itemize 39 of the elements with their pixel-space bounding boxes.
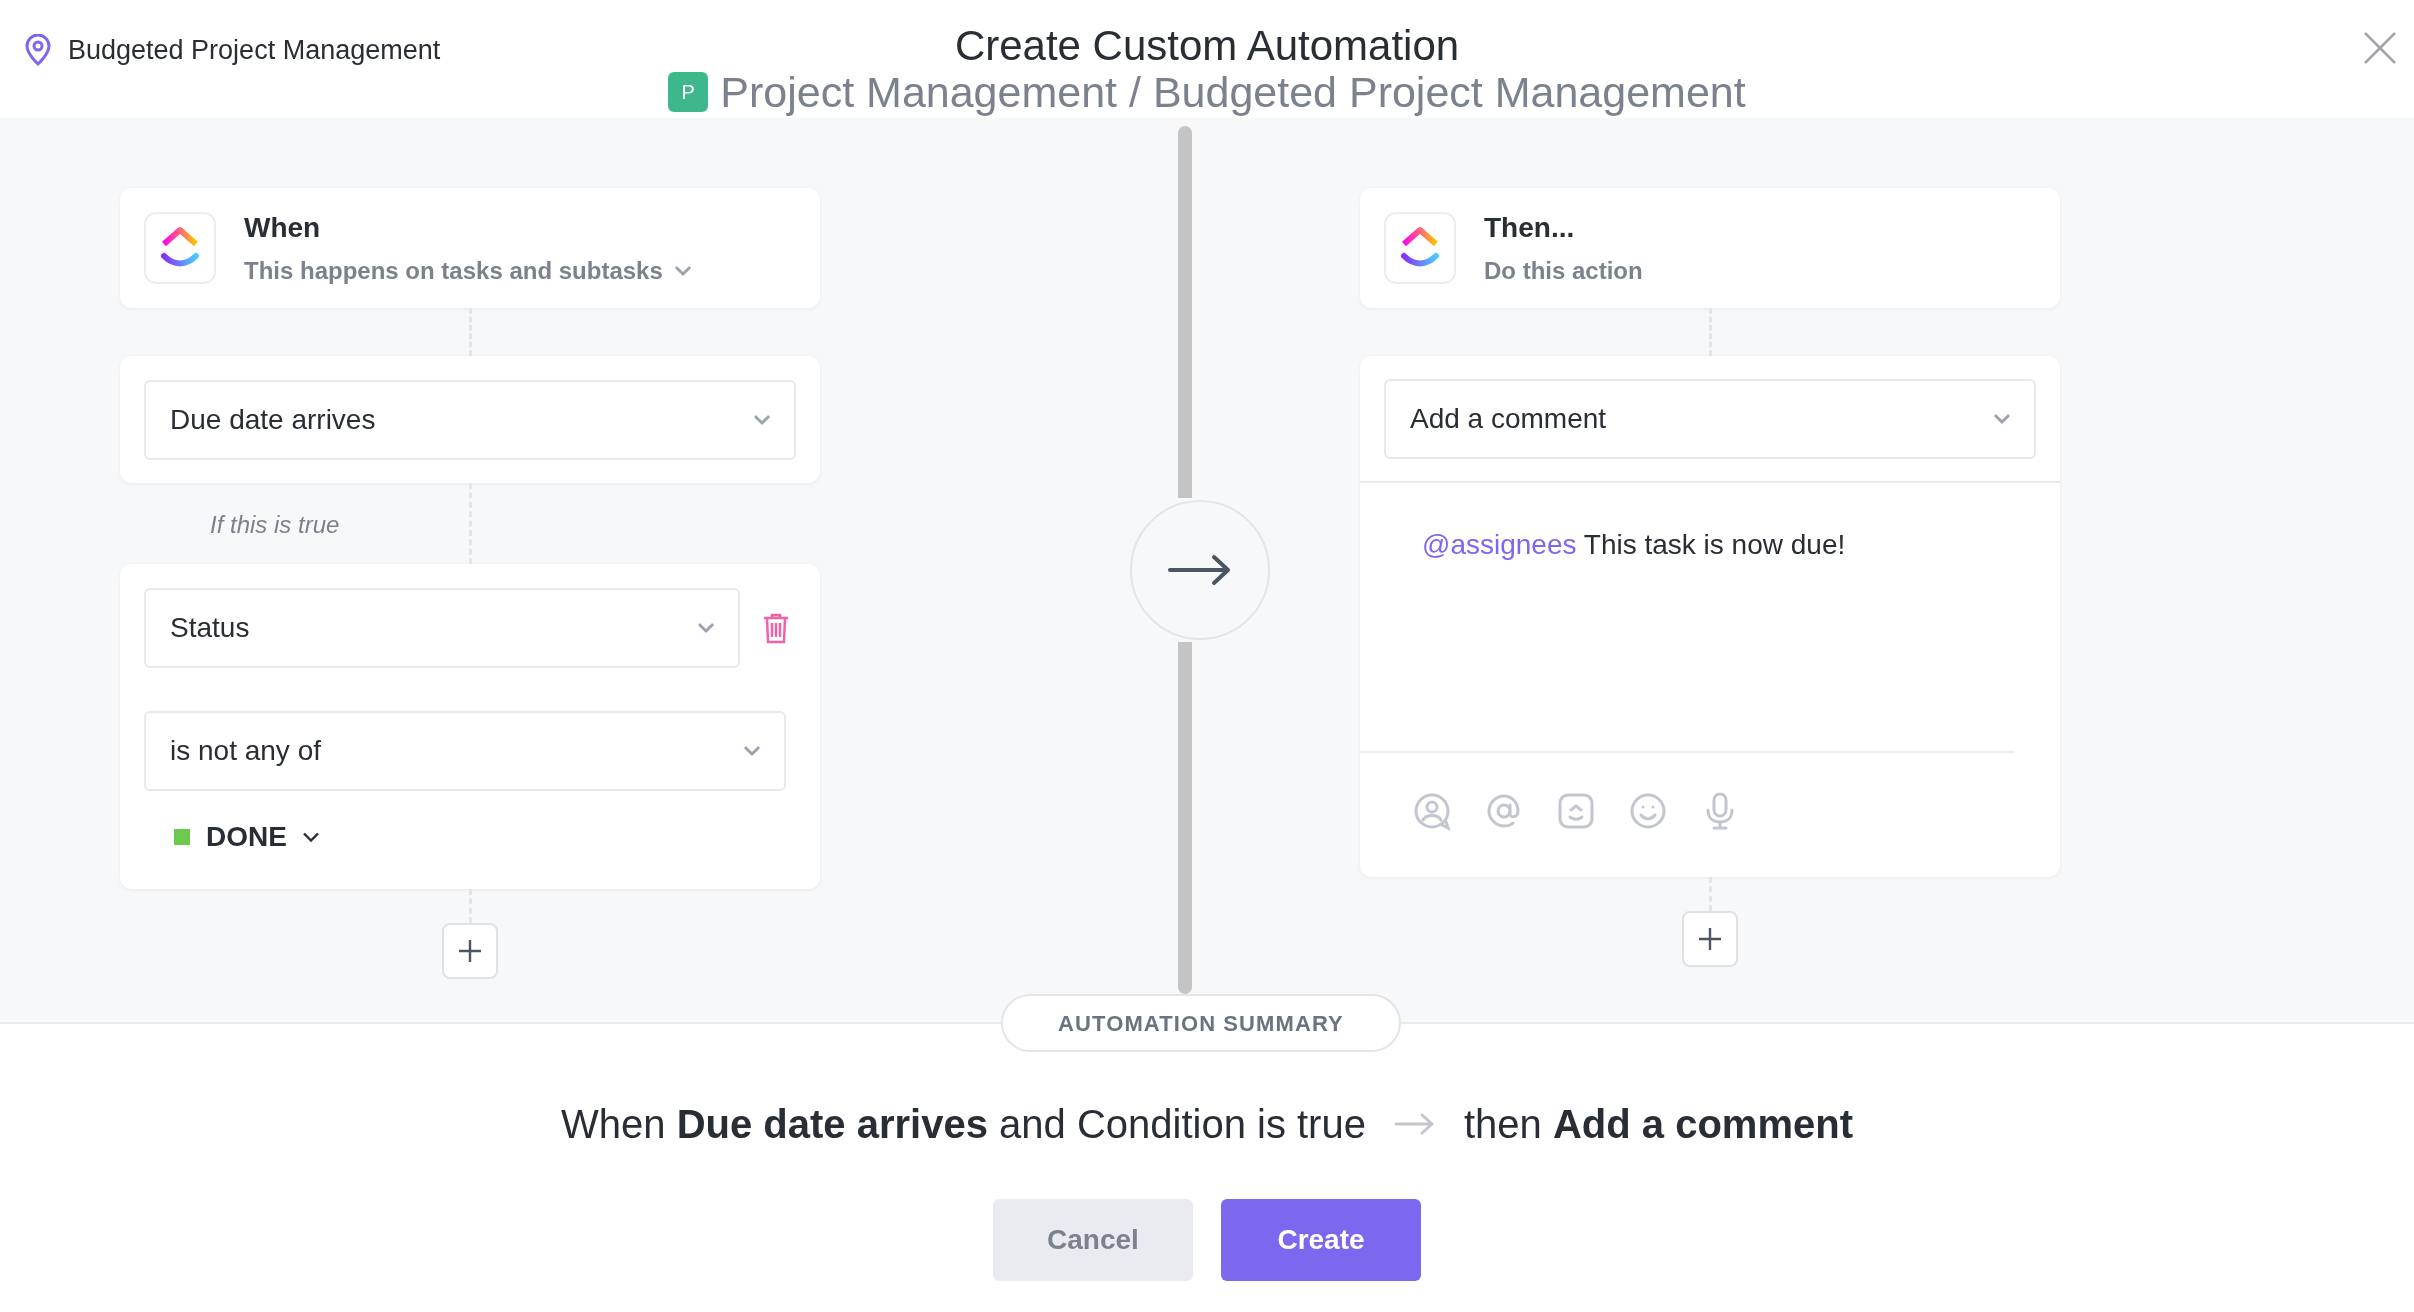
dialog-title: Create Custom Automation — [954, 22, 1460, 70]
status-value-dropdown[interactable]: DONE — [174, 809, 319, 865]
smiley-icon[interactable] — [1628, 791, 1668, 831]
condition-field-dropdown[interactable]: Status — [144, 588, 741, 668]
summary-action-text: then Add a comment — [1463, 1101, 1853, 1148]
step-title: When — [244, 211, 322, 245]
action-type-dropdown[interactable]: Add a comment — [1384, 378, 2036, 459]
create-button[interactable]: Create — [1221, 1199, 1421, 1281]
summary-pill: AUTOMATION SUMMARY — [1001, 994, 1401, 1052]
condition-label: If this is true — [210, 510, 340, 540]
breadcrumb-text[interactable]: Budgeted Project Management — [68, 30, 441, 71]
step-subtitle: Do this action — [1484, 256, 1643, 286]
chevron-down-icon — [698, 623, 715, 633]
mention-link[interactable]: @assignees — [1422, 529, 1577, 560]
add-step-button[interactable] — [1682, 911, 1738, 967]
trigger-event-dropdown[interactable]: Due date arrives — [144, 379, 796, 460]
chevron-down-icon — [1994, 413, 2010, 424]
step-title: Then... — [1484, 211, 1576, 245]
summary-condition-text: When Due date arrives and Condition is true — [561, 1101, 1366, 1148]
add-step-button[interactable] — [442, 923, 498, 979]
chevron-down-icon — [754, 414, 770, 425]
space-badge: P — [668, 72, 709, 112]
caret-down-icon — [302, 832, 319, 842]
condition-operator-dropdown[interactable]: is not any of — [144, 711, 786, 791]
chevron-down-icon — [674, 266, 691, 276]
emoji-square-icon[interactable] — [1556, 791, 1596, 831]
plus-icon — [1699, 928, 1721, 950]
location-path: Project Management / Budgeted Project Management — [720, 68, 1746, 116]
step-subtitle: This happens on tasks and subtasks — [244, 256, 663, 286]
app-logo-icon — [144, 212, 216, 284]
comment-editor[interactable]: @assignees This task is now due! — [1360, 483, 2014, 753]
plus-icon — [459, 940, 481, 962]
assign-user-icon[interactable] — [1412, 791, 1452, 831]
location-pin-icon — [24, 34, 52, 67]
chevron-down-icon — [744, 746, 760, 756]
comment-text: @assignees This task is now due! — [1422, 528, 1846, 562]
right-arrow-icon — [1167, 554, 1233, 586]
right-arrow-icon — [1393, 1112, 1436, 1136]
app-logo-icon — [1384, 212, 1456, 284]
